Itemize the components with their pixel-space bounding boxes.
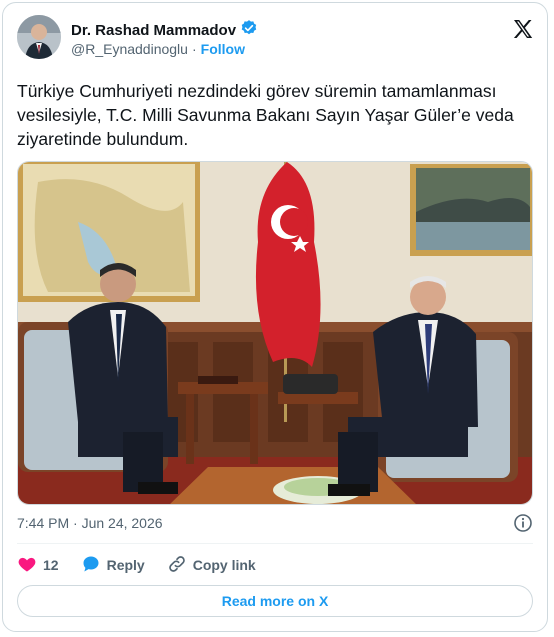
- read-more-button[interactable]: Read more on X: [17, 585, 533, 617]
- like-count: 12: [43, 557, 59, 573]
- like-button[interactable]: 12: [17, 554, 59, 577]
- reply-button[interactable]: Reply: [81, 554, 145, 577]
- tweet-timestamp[interactable]: 7:44 PM · Jun 24, 2026: [17, 515, 163, 531]
- author-name[interactable]: Dr. Rashad Mammadov: [71, 22, 236, 39]
- tweet-actions: 12 Reply Copy link: [17, 553, 278, 577]
- copy-link-label: Copy link: [192, 557, 256, 573]
- follow-button[interactable]: Follow: [201, 41, 245, 57]
- verified-badge-icon: [240, 19, 258, 42]
- tweet-photo[interactable]: [17, 161, 533, 505]
- heart-icon: [17, 554, 37, 577]
- author-handle[interactable]: @R_Eynaddinoglu: [71, 41, 188, 57]
- tweet-header: Dr. Rashad Mammadov @R_Eynaddinoglu · Fo…: [17, 15, 535, 65]
- x-logo-icon[interactable]: [511, 17, 535, 41]
- copy-link-button[interactable]: Copy link: [167, 554, 256, 577]
- tweet-card: Dr. Rashad Mammadov @R_Eynaddinoglu · Fo…: [2, 2, 548, 632]
- link-icon: [167, 554, 187, 577]
- divider: [17, 543, 533, 544]
- author-handle-row: @R_Eynaddinoglu · Follow: [71, 41, 245, 57]
- reply-label: Reply: [106, 557, 145, 573]
- info-icon[interactable]: [513, 513, 533, 533]
- avatar[interactable]: [17, 15, 61, 59]
- separator-dot: ·: [191, 41, 197, 57]
- speech-bubble-icon: [81, 554, 101, 577]
- tweet-text: Türkiye Cumhuriyeti nezdindeki görev sür…: [17, 81, 514, 149]
- author-name-row: Dr. Rashad Mammadov: [71, 19, 258, 42]
